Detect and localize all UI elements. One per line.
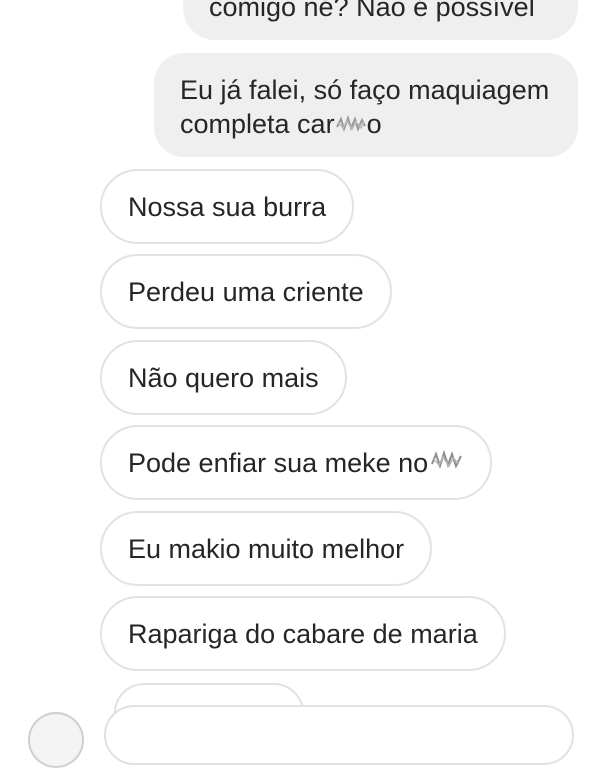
received-message: Nossa sua burra: [100, 169, 355, 244]
message-text: Pode enfiar sua meke no: [128, 447, 429, 478]
censored-scribble-icon: [335, 109, 367, 143]
message-text: completa car: [180, 109, 335, 139]
message-text-line: Eu já falei, só faço maquiagem: [180, 75, 550, 105]
message-text-line: completa car o: [180, 107, 578, 143]
received-message: Eu makio muito melhor: [100, 511, 433, 586]
message-text: Eu makio muito melhor: [128, 533, 405, 564]
sent-message: comigo né? Não é possível: [183, 0, 578, 40]
received-message: Pode enfiar sua meke no: [100, 425, 493, 500]
sent-message: Eu já falei, só faço maquiagem completa …: [154, 53, 578, 157]
message-text: o: [366, 109, 382, 139]
received-message: Não quero mais: [100, 340, 347, 415]
received-message: Perdeu uma criente: [100, 254, 392, 329]
message-text: comigo né? Não é possível: [209, 0, 535, 22]
avatar: [28, 712, 84, 768]
received-message: Rapariga do cabare de maria: [100, 596, 506, 671]
chat-screen: { "messages": { "sent": [ {"text": "comi…: [0, 0, 600, 768]
message-input-bar[interactable]: [104, 705, 574, 765]
message-text: Não quero mais: [128, 362, 319, 393]
message-text: Perdeu uma criente: [128, 276, 364, 307]
message-text: Nossa sua burra: [128, 191, 327, 222]
message-text: Rapariga do cabare de maria: [128, 618, 478, 649]
censored-scribble-icon: [430, 446, 464, 480]
